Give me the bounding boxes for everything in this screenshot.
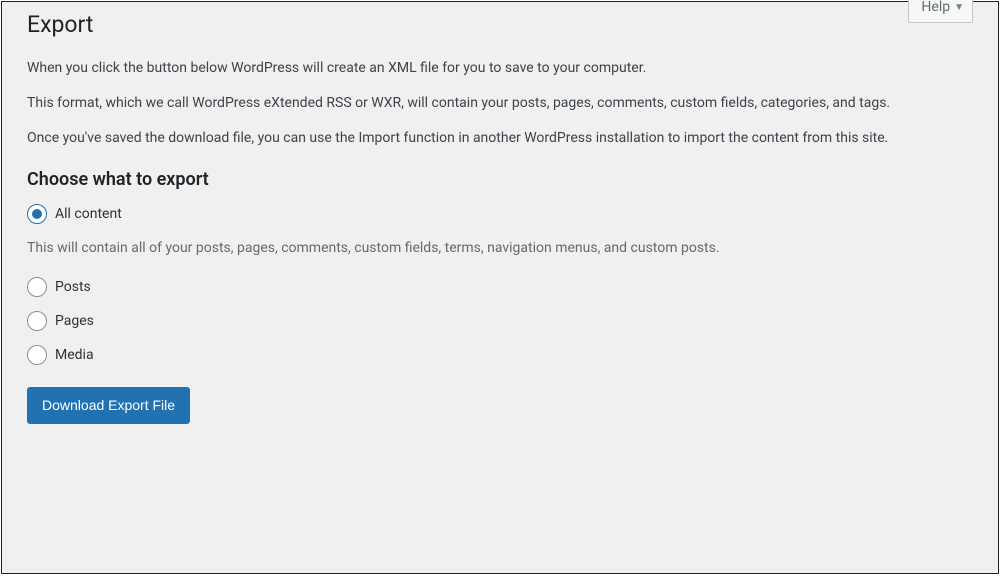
- label-pages[interactable]: Pages: [55, 313, 94, 329]
- submit-row: Download Export File: [27, 387, 973, 425]
- label-media[interactable]: Media: [55, 347, 94, 363]
- intro-paragraph-1: When you click the button below WordPres…: [27, 58, 973, 79]
- option-all-content: All content: [27, 204, 973, 224]
- intro-paragraph-2: This format, which we call WordPress eXt…: [27, 93, 973, 114]
- label-all-content[interactable]: All content: [55, 206, 122, 222]
- option-posts: Posts: [27, 277, 973, 297]
- export-page: Help ▼ Export When you click the button …: [1, 1, 999, 574]
- download-export-button[interactable]: Download Export File: [27, 387, 190, 425]
- label-posts[interactable]: Posts: [55, 279, 91, 295]
- help-tab-label: Help: [921, 0, 950, 15]
- radio-posts[interactable]: [27, 277, 47, 297]
- intro-paragraph-3: Once you've saved the download file, you…: [27, 128, 973, 149]
- option-pages: Pages: [27, 311, 973, 331]
- radio-pages[interactable]: [27, 311, 47, 331]
- choose-heading: Choose what to export: [27, 169, 973, 190]
- option-media: Media: [27, 345, 973, 365]
- all-content-description: This will contain all of your posts, pag…: [27, 238, 973, 259]
- caret-down-icon: ▼: [954, 2, 964, 13]
- radio-all-content[interactable]: [27, 204, 47, 224]
- radio-media[interactable]: [27, 345, 47, 365]
- help-tab[interactable]: Help ▼: [908, 0, 973, 23]
- page-title: Export: [27, 2, 973, 44]
